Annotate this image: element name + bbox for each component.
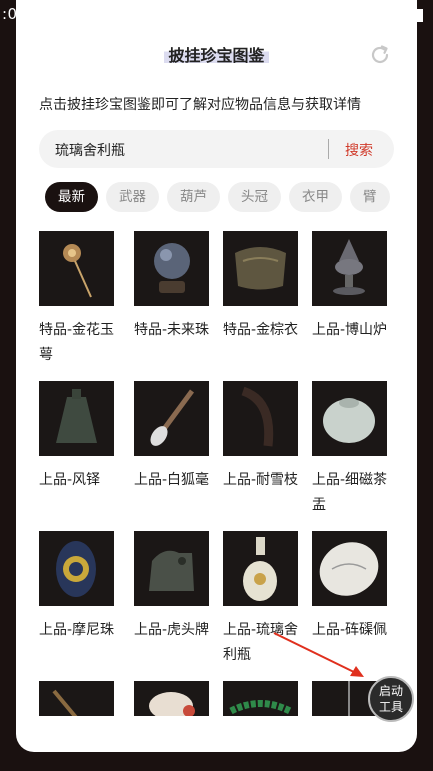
launch-tools-line1: 启动 — [378, 684, 403, 698]
item-label: 上品-风铎 — [39, 472, 101, 488]
item-label: 特品-未来珠 — [134, 322, 210, 338]
item-card[interactable]: 特品-未来珠 — [134, 231, 226, 343]
item-label: 特品-金花玉萼 — [39, 322, 115, 363]
item-label: 上品-虎头牌 — [134, 622, 210, 638]
item-label: 特品-金棕衣 — [223, 322, 299, 338]
item-label: 上品-白狐毫 — [134, 472, 210, 488]
item-image-bead[interactable] — [39, 531, 114, 606]
item-label: 上品-细磁茶盂 — [312, 472, 388, 513]
item-image-orb[interactable] — [134, 231, 209, 306]
item-card[interactable]: 特品-金棕衣 — [223, 231, 315, 343]
item-card[interactable] — [134, 681, 226, 716]
item-image-hairpin[interactable] — [39, 231, 114, 306]
item-card[interactable] — [39, 681, 131, 716]
item-image-tiger[interactable] — [134, 531, 209, 606]
item-image-censer[interactable] — [312, 231, 387, 306]
item-card[interactable]: 上品-细磁茶盂 — [312, 381, 404, 518]
item-label: 上品-摩尼珠 — [39, 622, 115, 638]
item-card[interactable]: 上品-风铎 — [39, 381, 131, 493]
item-image-bell[interactable] — [39, 381, 114, 456]
item-image-pendant[interactable] — [312, 531, 387, 606]
item-image-staff[interactable] — [39, 681, 114, 716]
item-card[interactable]: 特品-金花玉萼 — [39, 231, 131, 368]
item-card[interactable]: 上品-白狐毫 — [134, 381, 226, 493]
item-card[interactable]: 上品-摩尼珠 — [39, 531, 131, 643]
item-label: 上品-博山炉 — [312, 322, 388, 338]
red-arrow-annotation — [273, 632, 364, 677]
item-card[interactable] — [223, 681, 315, 716]
launch-tools-line2: 工具 — [378, 700, 403, 714]
item-card[interactable]: 上品-虎头牌 — [134, 531, 226, 643]
item-image-brush[interactable] — [134, 381, 209, 456]
item-image-flower[interactable] — [134, 681, 209, 716]
item-card[interactable]: 上品-砗磲佩 — [312, 531, 404, 643]
item-card[interactable]: 上品-博山炉 — [312, 231, 404, 343]
item-grid: 特品-金花玉萼 特品-未来珠 特品-金棕衣 上品-博山炉 上品-风铎 上品-白狐… — [16, 0, 417, 716]
item-card[interactable]: 上品-耐雪枝 — [223, 381, 315, 493]
item-image-beads[interactable] — [223, 681, 298, 716]
item-image-robe[interactable] — [223, 231, 298, 306]
item-image-teabowl[interactable] — [312, 381, 387, 456]
item-label: 上品-耐雪枝 — [223, 472, 299, 488]
item-image-branch[interactable] — [223, 381, 298, 456]
launch-tools-button[interactable]: 启动 工具 — [368, 676, 414, 722]
item-image-vase[interactable] — [223, 531, 298, 606]
